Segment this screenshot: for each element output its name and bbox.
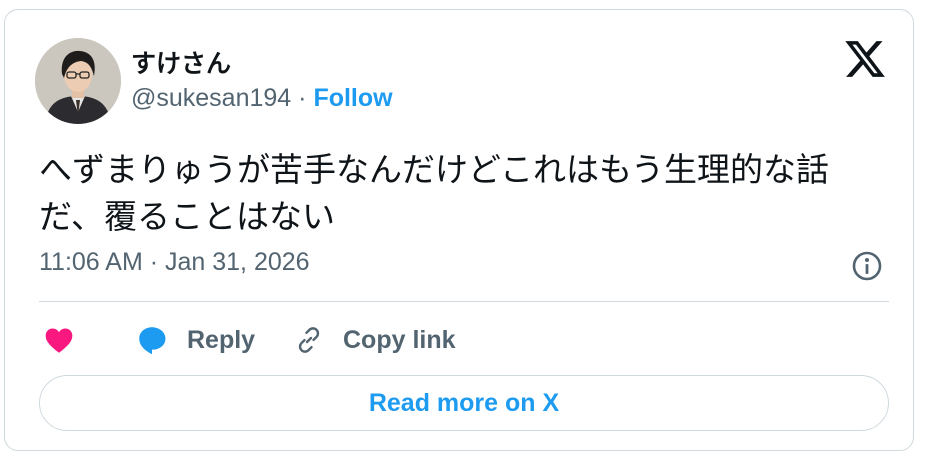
like-button[interactable]	[43, 318, 75, 362]
reply-label: Reply	[187, 325, 256, 354]
timestamp-link[interactable]: 11:06 AM · Jan 31, 2026	[39, 248, 310, 277]
handle-line: @sukesan194 · Follow	[131, 84, 393, 113]
tweet-text: へずまりゅうが苦手なんだけどこれはもう生理的な話だ、覆ることはない	[39, 150, 830, 236]
copy-link-button[interactable]: Copy link	[293, 318, 456, 362]
reply-bubble-icon	[139, 327, 166, 355]
avatar[interactable]	[35, 38, 121, 124]
info-icon[interactable]	[851, 250, 883, 282]
divider	[39, 301, 889, 302]
link-icon	[298, 327, 320, 353]
user-handle[interactable]: @sukesan194	[131, 84, 291, 112]
display-name[interactable]: すけさん	[131, 44, 231, 80]
reply-button[interactable]: Reply	[135, 318, 255, 362]
tweet-card: すけさん @sukesan194 · Follow へずまりゅうが苦手なんだけど…	[4, 9, 914, 451]
separator-dot: ·	[291, 84, 314, 112]
copy-link-label: Copy link	[343, 325, 456, 354]
x-logo-icon[interactable]	[843, 37, 887, 81]
heart-icon	[45, 328, 73, 353]
avatar-portrait-icon	[35, 38, 121, 124]
follow-button[interactable]: Follow	[313, 84, 392, 112]
read-more-button[interactable]: Read more on X	[39, 375, 889, 431]
